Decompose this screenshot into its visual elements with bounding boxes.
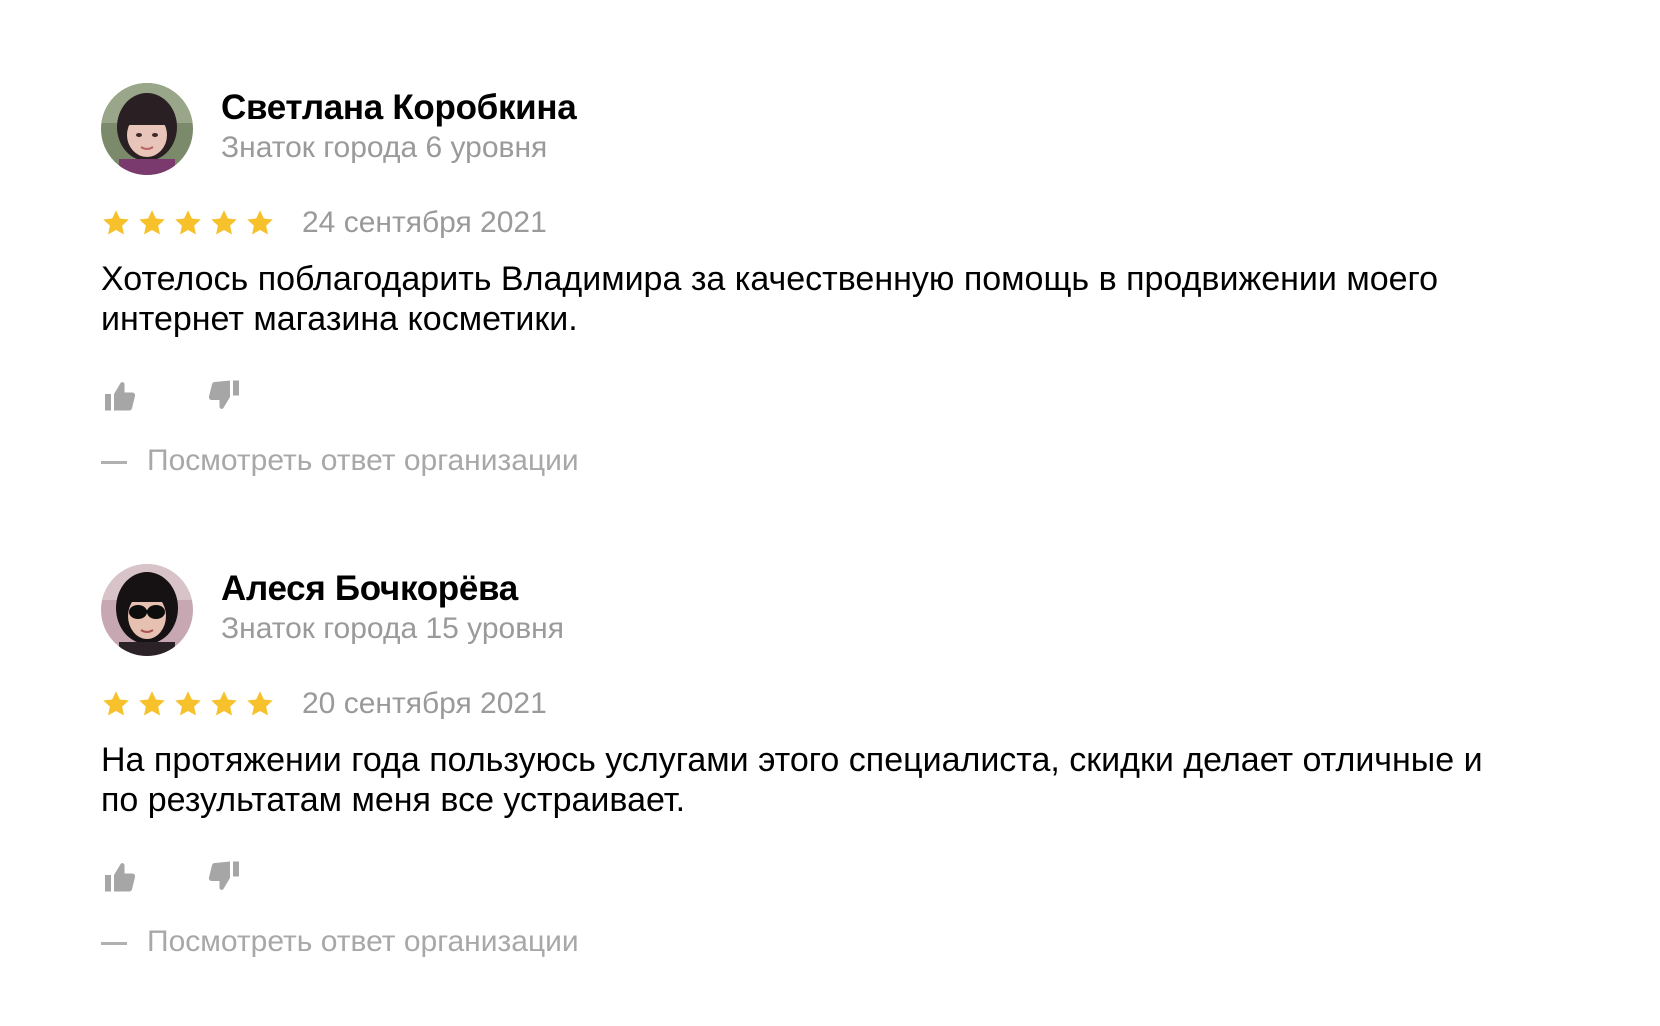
review-text: На протяжении года пользуюсь услугами эт… (101, 741, 1483, 819)
view-org-answer-label: Посмотреть ответ организации (147, 925, 579, 958)
rating-stars (101, 689, 281, 719)
avatar[interactable] (101, 83, 193, 175)
star-icon (175, 210, 201, 235)
review-actions (101, 377, 1561, 417)
view-org-answer-label: Посмотреть ответ организации (147, 444, 579, 477)
author-level: Знаток города 6 уровня (221, 131, 548, 164)
review-card: Алеся Бочкорёва Знаток города 15 уровня … (101, 564, 1561, 962)
review-card: Светлана Коробкина Знаток города 6 уровн… (101, 83, 1561, 481)
review-actions (101, 858, 1561, 898)
thumbs-up-icon[interactable] (102, 379, 138, 415)
star-icon (139, 691, 165, 716)
star-icon (103, 691, 129, 716)
star-icon (211, 691, 237, 716)
review-text: Хотелось поблагодарить Владимира за каче… (101, 260, 1439, 338)
author-name[interactable]: Алеся Бочкорёва (221, 568, 564, 610)
star-icon (211, 210, 237, 235)
review-meta: 24 сентября 2021 (101, 203, 1561, 243)
star-icon (247, 691, 273, 716)
star-icon (103, 210, 129, 235)
thumbs-down-icon[interactable] (206, 376, 242, 412)
star-icon (247, 210, 273, 235)
dash-icon (101, 941, 127, 945)
star-icon (139, 210, 165, 235)
review-author: Алеся Бочкорёва Знаток города 15 уровня (101, 564, 1561, 656)
dash-icon (101, 460, 127, 464)
thumbs-down-icon[interactable] (206, 857, 242, 893)
avatar[interactable] (101, 564, 193, 656)
rating-stars (101, 208, 281, 238)
review-author: Светлана Коробкина Знаток города 6 уровн… (101, 83, 1561, 175)
star-icon (175, 691, 201, 716)
review-date: 24 сентября 2021 (302, 206, 547, 239)
thumbs-up-icon[interactable] (102, 860, 138, 896)
review-meta: 20 сентября 2021 (101, 684, 1561, 724)
author-name[interactable]: Светлана Коробкина (221, 87, 577, 129)
review-date: 20 сентября 2021 (302, 687, 547, 720)
author-level: Знаток города 15 уровня (221, 612, 564, 645)
view-org-answer-link[interactable]: Посмотреть ответ организации (101, 922, 1561, 962)
view-org-answer-link[interactable]: Посмотреть ответ организации (101, 441, 1561, 481)
